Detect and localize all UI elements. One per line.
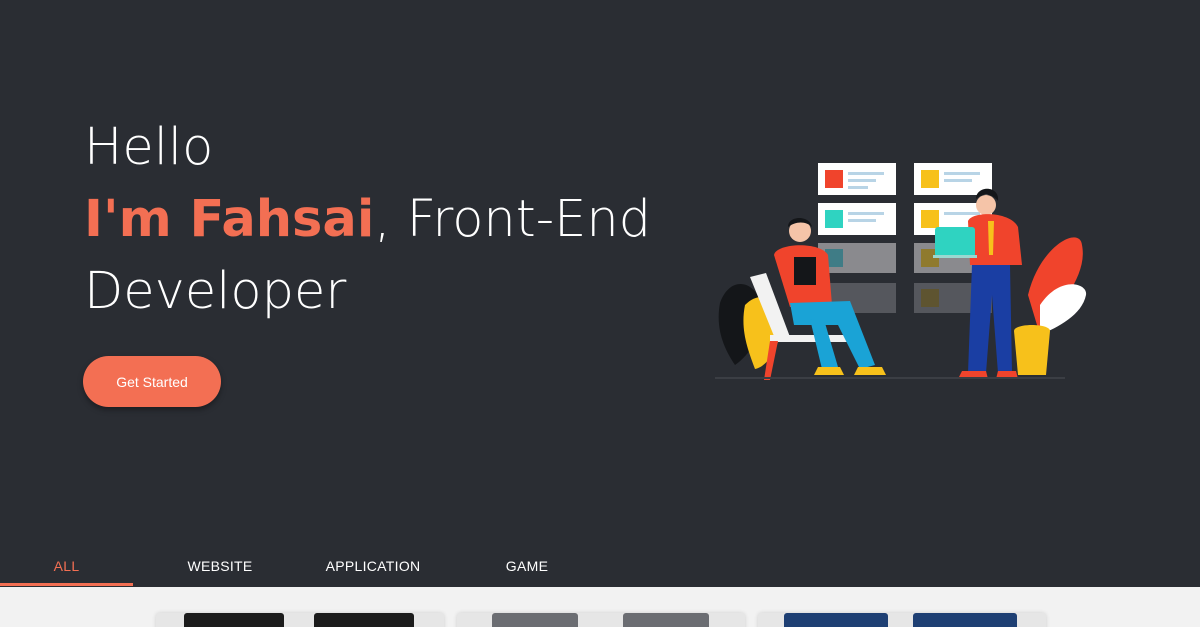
project-card[interactable]	[758, 613, 1046, 627]
project-thumbnail	[913, 613, 1017, 627]
role-part-2: Developer	[84, 262, 347, 321]
tab-game[interactable]: GAME	[470, 548, 584, 586]
get-started-button[interactable]: Get Started	[83, 356, 221, 407]
greeting: Hello	[84, 118, 214, 177]
developers-illustration	[715, 163, 1087, 380]
tab-website[interactable]: WEBSITE	[163, 548, 277, 586]
project-thumbnail	[314, 613, 414, 627]
name-highlight: I'm Fahsai	[84, 190, 375, 249]
project-thumbnail	[784, 613, 888, 627]
project-card[interactable]	[156, 613, 444, 627]
floor-line	[715, 377, 1065, 379]
tab-all[interactable]: ALL	[0, 548, 133, 586]
portfolio-tabs: ALL WEBSITE APPLICATION GAME	[0, 548, 1200, 586]
portfolio-gallery	[0, 587, 1200, 627]
project-card[interactable]	[457, 613, 745, 627]
project-thumbnail	[492, 613, 578, 627]
project-thumbnail	[184, 613, 284, 627]
hero-headline: Hello I'm Fahsai, Front-End Developer	[84, 112, 651, 328]
role-part-1: , Front-End	[374, 190, 652, 249]
project-thumbnail	[623, 613, 709, 627]
hero-section: Hello I'm Fahsai, Front-End Developer Ge…	[0, 0, 1200, 540]
name-line: I'm Fahsai, Front-End	[84, 184, 651, 256]
plant-right	[1014, 237, 1087, 375]
tab-application[interactable]: APPLICATION	[310, 548, 436, 586]
